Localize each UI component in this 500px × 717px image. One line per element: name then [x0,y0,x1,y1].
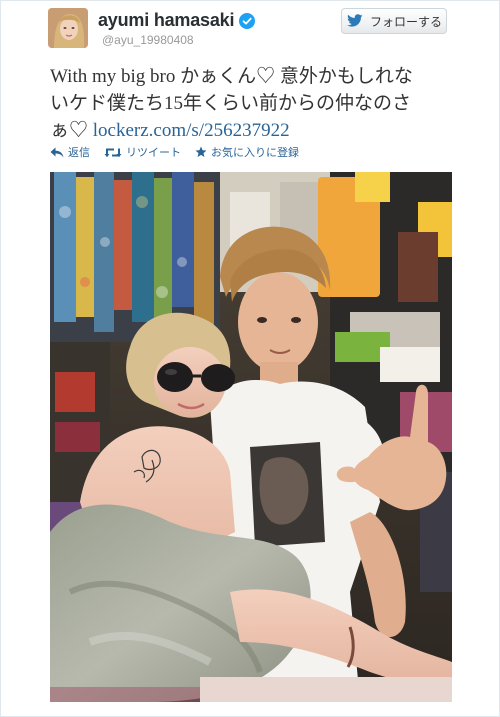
tweet-text-line-2: いケド僕たち15年くらい前からの仲なのさ [50,93,412,114]
reply-label: 返信 [68,147,90,159]
reply-button[interactable]: 返信 [50,144,90,160]
follow-button-label: フォローする [369,14,442,29]
avatar[interactable] [48,8,88,48]
display-name[interactable]: ayumi hamasaki [98,10,234,31]
verified-badge-icon [239,12,256,29]
tweet-text-line-3-prefix: ぁ♡ [50,120,93,141]
follow-button[interactable]: フォローする [341,8,447,34]
user-handle[interactable]: @ayu_19980408 [102,33,194,47]
star-icon [195,146,207,157]
favorite-label: お気に入りに登録 [211,147,299,159]
photo-caption-strip [50,704,452,714]
tweet-actions: 返信 リツイート お気に入りに登録 [50,144,313,160]
tweet-text-line-1: With my big bro かぁくん♡ 意外かもしれな [50,66,413,87]
retweet-label: リツイート [126,147,181,159]
retweet-icon [104,148,122,157]
tweet-card: ayumi hamasaki @ayu_19980408 フォローする With… [0,0,500,717]
retweet-button[interactable]: リツイート [104,144,181,160]
tweet-photo[interactable] [50,172,452,702]
tweet-text: With my big bro かぁくん♡ 意外かもしれな いケド僕たち15年く… [50,63,470,144]
reply-arrow-icon [50,147,64,157]
tweet-link[interactable]: lockerz.com/s/256237922 [93,120,290,141]
favorite-button[interactable]: お気に入りに登録 [195,144,299,160]
twitter-bird-icon [347,14,363,27]
tweet-text-line-3: ぁ♡ lockerz.com/s/256237922 [50,117,470,144]
